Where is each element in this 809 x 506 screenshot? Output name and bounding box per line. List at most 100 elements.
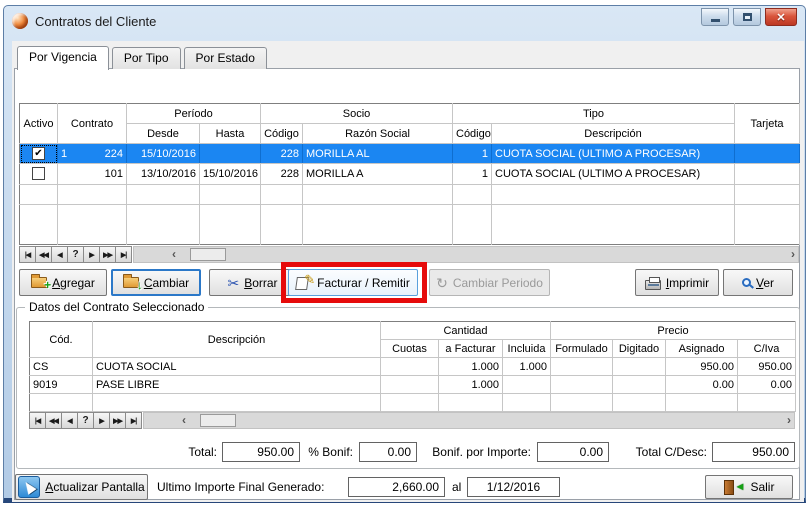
cell-hasta[interactable] xyxy=(200,144,261,164)
empty-row xyxy=(20,204,800,224)
nav-fast-prior-button[interactable]: ◀◀ xyxy=(35,246,52,263)
scroll-left-icon[interactable]: ‹ xyxy=(182,413,186,427)
facturar-remitir-button[interactable]: ✎ Facturar / Remitir xyxy=(288,269,418,296)
cell-descripcion[interactable]: CUOTA SOCIAL (ULTIMO A PROCESAR) xyxy=(492,164,735,184)
nav-next-button[interactable]: ▶ xyxy=(93,412,110,429)
nav-help-button[interactable]: ? xyxy=(77,412,94,429)
cell-socio-codigo[interactable]: 228 xyxy=(261,164,303,184)
nav-first-button[interactable]: |◀ xyxy=(29,412,46,429)
nav-fast-prior-button[interactable]: ◀◀ xyxy=(45,412,62,429)
cell-desde[interactable]: 13/10/2016 xyxy=(127,164,200,184)
empty-row xyxy=(20,224,800,244)
cell-asignado[interactable]: 950.00 xyxy=(666,358,738,376)
cell-contrato[interactable]: 1224 xyxy=(58,144,127,164)
nav-prior-button[interactable]: ◀ xyxy=(61,412,78,429)
table-row-selected[interactable]: ✔ 1224 15/10/2016 228 MORILLA AL 1 CUOTA… xyxy=(20,144,800,164)
cell-hasta[interactable]: 15/10/2016 xyxy=(200,164,261,184)
nav-next-button[interactable]: ▶ xyxy=(83,246,100,263)
cell-c-iva[interactable]: 950.00 xyxy=(738,358,796,376)
cell-socio-codigo[interactable]: 228 xyxy=(261,144,303,164)
cell-c-iva[interactable]: 0.00 xyxy=(738,376,796,394)
nav-last-button[interactable]: ▶| xyxy=(115,246,132,263)
cell-incluida[interactable]: 1.000 xyxy=(503,358,551,376)
cell-tarjeta[interactable] xyxy=(735,164,800,184)
scroll-right-icon[interactable]: › xyxy=(787,413,791,427)
cell-tarjeta[interactable] xyxy=(735,144,800,164)
tab-por-estado[interactable]: Por Estado xyxy=(184,47,267,69)
tab-por-tipo[interactable]: Por Tipo xyxy=(112,47,181,69)
cell-cuotas[interactable] xyxy=(381,358,439,376)
scroll-right-icon[interactable]: › xyxy=(791,247,795,261)
cell-contrato[interactable]: 101 xyxy=(58,164,127,184)
cell-descripcion[interactable]: CUOTA SOCIAL (ULTIMO A PROCESAR) xyxy=(492,144,735,164)
cell-descripcion[interactable]: CUOTA SOCIAL xyxy=(93,358,381,376)
cell-a-facturar[interactable]: 1.000 xyxy=(439,376,503,394)
agregar-button[interactable]: + Agregar xyxy=(19,269,107,296)
total-cdesc-field[interactable]: 950.00 xyxy=(712,442,795,462)
cell-formulado[interactable] xyxy=(551,358,613,376)
empty-row xyxy=(20,184,800,204)
total-field[interactable]: 950.00 xyxy=(222,442,300,462)
titlebar[interactable]: Contratos del Cliente ✕ xyxy=(4,6,805,36)
ver-button[interactable]: Ver xyxy=(723,269,793,296)
cell-cod[interactable]: CS xyxy=(30,358,93,376)
col-desde: Desde xyxy=(127,124,200,144)
cell-desde[interactable]: 15/10/2016 xyxy=(127,144,200,164)
cell-razon-social[interactable]: MORILLA AL xyxy=(303,144,453,164)
bonif-importe-field[interactable]: 0.00 xyxy=(537,442,609,462)
client-area: Por Vigencia Por Tipo Por Estado Activo … xyxy=(12,41,804,502)
cell-incluida[interactable] xyxy=(503,376,551,394)
actualizar-pantalla-button[interactable]: Actualizar Pantalla xyxy=(15,474,148,500)
groupbox-title: Datos del Contrato Seleccionado xyxy=(25,300,208,314)
cell-asignado[interactable]: 0.00 xyxy=(666,376,738,394)
cell-razon-social[interactable]: MORILLA A xyxy=(303,164,453,184)
horizontal-scrollbar[interactable]: ‹ › xyxy=(143,412,795,429)
nav-first-button[interactable]: |◀ xyxy=(19,246,36,263)
horizontal-scrollbar[interactable]: ‹ › xyxy=(133,246,799,263)
nav-help-button[interactable]: ? xyxy=(67,246,84,263)
cell-cuotas[interactable] xyxy=(381,376,439,394)
cell-a-facturar[interactable]: 1.000 xyxy=(439,358,503,376)
magnifier-icon xyxy=(742,278,751,287)
bonif-field[interactable]: 0.00 xyxy=(359,442,417,462)
col-group-periodo: Período xyxy=(127,104,261,124)
activo-checkbox-cell[interactable]: ✔ xyxy=(20,144,58,164)
cambiar-button[interactable]: ↓ Cambiar xyxy=(111,269,201,296)
fecha-field[interactable]: 1/12/2016 xyxy=(467,477,560,497)
scrollbar-thumb[interactable] xyxy=(200,414,236,427)
nav-fast-next-button[interactable]: ▶▶ xyxy=(99,246,116,263)
cell-digitado[interactable] xyxy=(613,376,666,394)
cell-cod[interactable]: 9019 xyxy=(30,376,93,394)
scroll-left-icon[interactable]: ‹ xyxy=(172,247,176,261)
salir-button[interactable]: ◄ Salir xyxy=(705,475,793,499)
minimize-button[interactable] xyxy=(701,8,729,26)
nav-last-button[interactable]: ▶| xyxy=(125,412,142,429)
col-hasta: Hasta xyxy=(200,124,261,144)
table-row[interactable]: 101 13/10/2016 15/10/2016 228 MORILLA A … xyxy=(20,164,800,184)
checkbox-checked-icon[interactable]: ✔ xyxy=(32,147,45,160)
nav-fast-next-button[interactable]: ▶▶ xyxy=(109,412,126,429)
nav-prior-button[interactable]: ◀ xyxy=(51,246,68,263)
maximize-button[interactable] xyxy=(733,8,761,26)
table-row[interactable]: 9019 PASE LIBRE 1.000 0.00 0.00 xyxy=(30,376,796,394)
cell-digitado[interactable] xyxy=(613,358,666,376)
cell-formulado[interactable] xyxy=(551,376,613,394)
tab-strip: Por Vigencia Por Tipo Por Estado xyxy=(17,47,270,69)
cell-descripcion[interactable]: PASE LIBRE xyxy=(93,376,381,394)
scrollbar-thumb[interactable] xyxy=(190,248,226,261)
cell-tipo-codigo[interactable]: 1 xyxy=(453,144,492,164)
col-group-socio: Socio xyxy=(261,104,453,124)
close-button[interactable]: ✕ xyxy=(765,8,797,26)
borrar-button[interactable]: ✂ Borrar xyxy=(209,269,296,296)
checkbox-unchecked-icon[interactable] xyxy=(32,167,45,180)
ultimo-importe-field[interactable]: 2,660.00 xyxy=(348,477,445,497)
activo-checkbox-cell[interactable] xyxy=(20,164,58,184)
grid-navigator: |◀ ◀◀ ◀ ? ▶ ▶▶ ▶| ‹ › xyxy=(19,246,799,263)
col-cuotas: Cuotas xyxy=(381,340,439,358)
tab-por-vigencia[interactable]: Por Vigencia xyxy=(17,46,109,70)
cell-tipo-codigo[interactable]: 1 xyxy=(453,164,492,184)
ultimo-importe-label: Ultimo Importe Final Generado: xyxy=(157,477,324,497)
bonif-label: % Bonif: xyxy=(305,442,353,462)
imprimir-button[interactable]: Imprimir xyxy=(635,269,719,296)
table-row[interactable]: CS CUOTA SOCIAL 1.000 1.000 950.00 950.0… xyxy=(30,358,796,376)
